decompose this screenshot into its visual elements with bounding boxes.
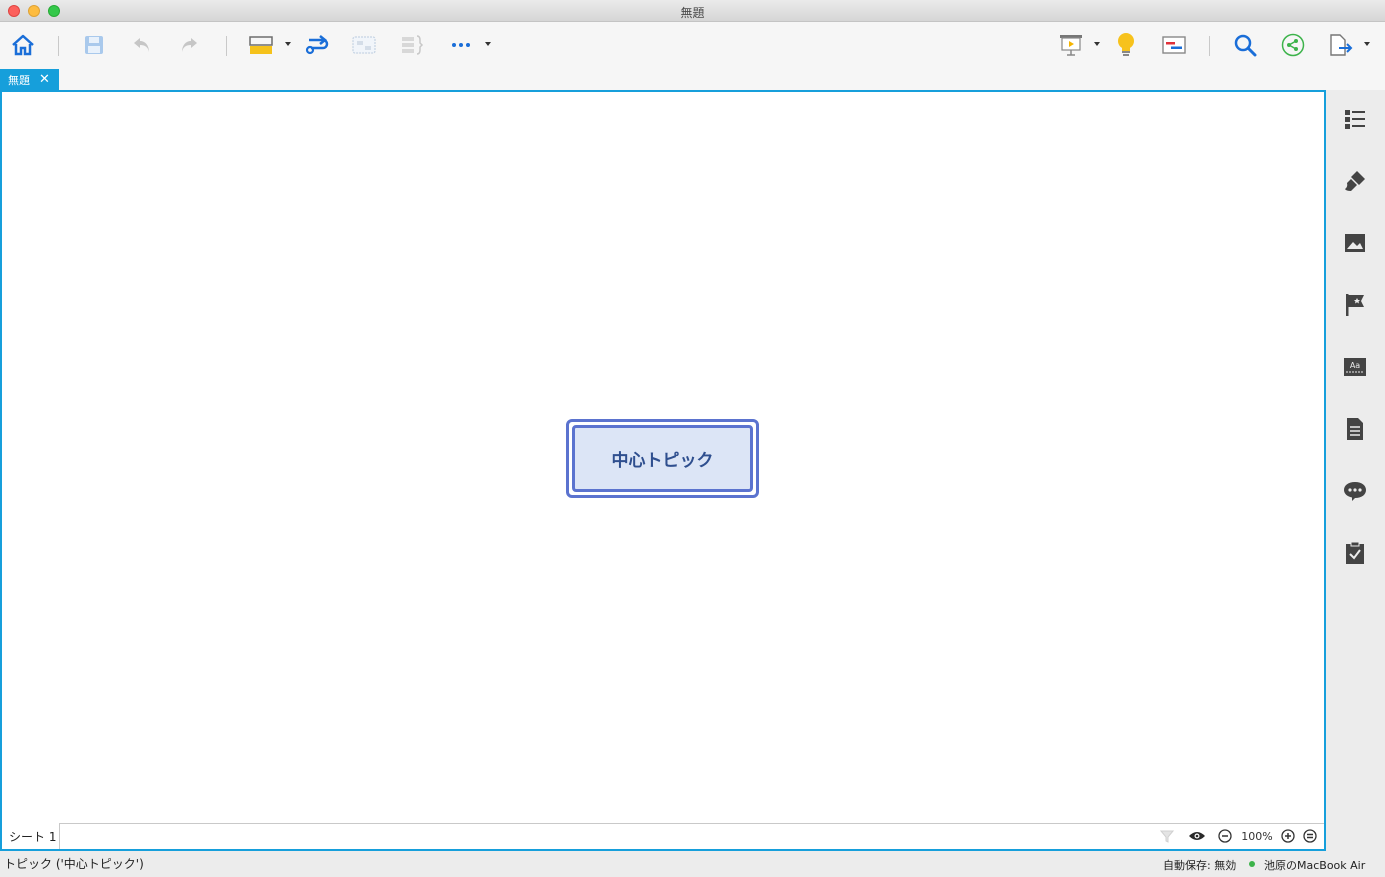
document-tab-strip: 無題 ✕	[0, 68, 1385, 90]
redo-icon	[182, 38, 197, 52]
home-button[interactable]	[9, 30, 37, 60]
outline-icon	[1345, 110, 1365, 129]
search-icon	[1234, 34, 1257, 57]
fit-map-button[interactable]	[1302, 828, 1318, 844]
comment-panel-button[interactable]	[1342, 478, 1368, 504]
summary-button[interactable]	[398, 30, 426, 60]
filter-icon	[1160, 830, 1174, 843]
insert-topic-button[interactable]	[247, 30, 275, 60]
export-icon	[1330, 34, 1353, 56]
boundary-icon	[352, 36, 376, 54]
filter-button[interactable]	[1159, 828, 1175, 844]
export-dropdown-caret[interactable]	[1364, 42, 1370, 46]
marker-panel-button[interactable]	[1342, 292, 1368, 318]
outline-panel-button[interactable]	[1342, 106, 1368, 132]
title-bar: 無題	[0, 0, 1385, 22]
share-button[interactable]	[1279, 30, 1307, 60]
brainstorm-button[interactable]	[1113, 30, 1139, 60]
toolbar-separator	[58, 36, 59, 56]
view-button[interactable]	[1187, 828, 1207, 844]
comment-icon	[1344, 482, 1366, 501]
summary-icon	[402, 35, 424, 55]
sheet-tab-label: シート 1	[9, 829, 57, 844]
zoom-in-button[interactable]	[1280, 828, 1296, 844]
text-style-icon: Aa	[1344, 358, 1366, 376]
more-button[interactable]	[449, 30, 473, 60]
zoom-out-icon	[1218, 829, 1232, 843]
app-window: 無題 無題 ✕ 中心トピック シート 1 100% Aa トピック ('中心トピ…	[0, 0, 1385, 877]
autosave-status[interactable]: 自動保存: 無効	[1163, 857, 1236, 873]
share-icon	[1281, 33, 1305, 57]
topic-dropdown-caret[interactable]	[285, 42, 291, 46]
presentation-icon	[1060, 35, 1082, 56]
document-tab-label: 無題	[8, 73, 30, 87]
relationship-button[interactable]	[303, 30, 331, 60]
window-title: 無題	[680, 6, 705, 20]
zoom-out-button[interactable]	[1217, 828, 1233, 844]
relationship-icon	[305, 35, 329, 55]
document-tab[interactable]: 無題 ✕	[0, 69, 59, 90]
presentation-button[interactable]	[1057, 30, 1085, 60]
gantt-button[interactable]	[1160, 30, 1188, 60]
tab-close-icon[interactable]: ✕	[39, 73, 50, 86]
boundary-button[interactable]	[350, 30, 378, 60]
redo-button[interactable]	[177, 30, 201, 60]
topic-icon	[249, 36, 273, 54]
marker-icon	[1346, 294, 1364, 316]
gantt-icon	[1162, 36, 1186, 54]
notes-icon	[1347, 418, 1363, 440]
more-icon	[452, 43, 470, 47]
device-name: 池原のMacBook Air	[1264, 859, 1366, 872]
selection-status: トピック ('中心トピック')	[4, 857, 144, 871]
format-panel-button[interactable]	[1342, 168, 1368, 194]
toolbar-separator	[226, 36, 227, 56]
notes-panel-button[interactable]	[1342, 416, 1368, 442]
undo-icon	[134, 38, 149, 52]
export-button[interactable]	[1326, 30, 1354, 60]
save-icon	[85, 36, 103, 54]
more-dropdown-caret[interactable]	[485, 42, 491, 46]
save-button[interactable]	[81, 30, 107, 60]
svg-text:Aa: Aa	[1350, 361, 1360, 370]
mindmap-canvas[interactable]: 中心トピック シート 1 100%	[0, 90, 1326, 851]
eye-icon	[1189, 832, 1205, 840]
search-button[interactable]	[1231, 30, 1259, 60]
undo-button[interactable]	[130, 30, 154, 60]
sheet-tab[interactable]: シート 1	[4, 823, 60, 849]
right-panel: Aa	[1326, 90, 1385, 851]
sheet-bar: シート 1 100%	[4, 823, 1324, 849]
toolbar	[0, 22, 1385, 68]
task-panel-button[interactable]	[1342, 540, 1368, 566]
home-icon	[12, 34, 34, 56]
fit-map-icon	[1303, 829, 1317, 843]
toolbar-separator	[1209, 36, 1210, 56]
zoom-level[interactable]: 100%	[1239, 828, 1275, 844]
text-style-panel-button[interactable]: Aa	[1342, 354, 1368, 380]
zoom-in-icon	[1281, 829, 1295, 843]
central-topic[interactable]: 中心トピック	[566, 419, 759, 498]
lightbulb-icon	[1118, 33, 1134, 56]
image-icon	[1345, 234, 1365, 252]
task-icon	[1346, 541, 1364, 564]
format-icon	[1345, 171, 1365, 191]
status-bar: トピック ('中心トピック') 自動保存: 無効 池原のMacBook Air	[0, 851, 1385, 877]
presentation-dropdown-caret[interactable]	[1094, 42, 1100, 46]
central-topic-label: 中心トピック	[572, 425, 753, 492]
image-panel-button[interactable]	[1342, 230, 1368, 256]
device-status-dot	[1249, 861, 1255, 867]
